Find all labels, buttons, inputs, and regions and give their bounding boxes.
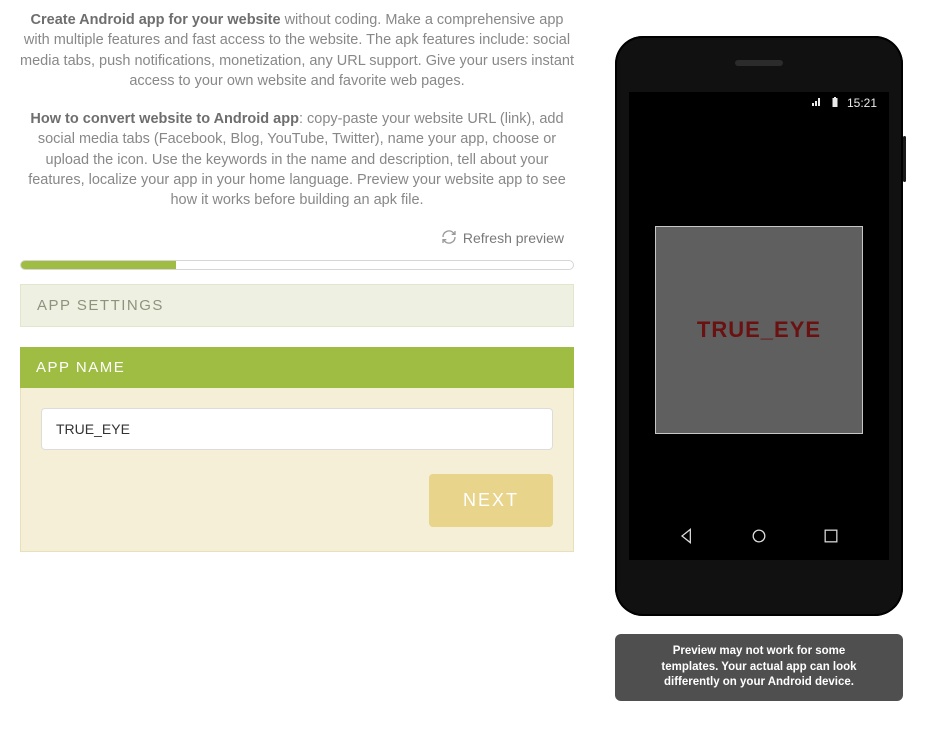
next-button[interactable]: NEXT bbox=[429, 474, 553, 527]
panel-app-name-header[interactable]: APP NAME bbox=[20, 347, 574, 388]
panel-app-settings-label: APP SETTINGS bbox=[37, 297, 164, 314]
notice-line-1: Preview may not work for some bbox=[673, 645, 846, 657]
phone-frame: 15:21 TRUE_EYE bbox=[615, 36, 903, 616]
status-bar: 15:21 bbox=[629, 92, 889, 114]
app-preview-area: TRUE_EYE bbox=[629, 114, 889, 516]
home-icon[interactable] bbox=[749, 526, 769, 551]
app-splash-tile: TRUE_EYE bbox=[655, 226, 863, 434]
app-splash-text: TRUE_EYE bbox=[697, 317, 821, 343]
intro-paragraph-2: How to convert website to Android app: c… bbox=[20, 109, 574, 210]
progress-fill bbox=[21, 261, 176, 269]
app-name-input[interactable] bbox=[41, 408, 553, 450]
panel-app-name: APP NAME NEXT bbox=[20, 347, 574, 552]
panel-app-name-label: APP NAME bbox=[36, 359, 125, 376]
refresh-label: Refresh preview bbox=[463, 230, 564, 246]
battery-icon bbox=[829, 96, 841, 111]
refresh-icon bbox=[441, 229, 457, 248]
intro-paragraph-1: Create Android app for your website with… bbox=[20, 10, 574, 91]
panel-app-settings[interactable]: APP SETTINGS bbox=[20, 284, 574, 327]
recent-icon[interactable] bbox=[821, 526, 841, 551]
notice-line-2: templates. Your actual app can look bbox=[661, 661, 856, 673]
preview-notice: Preview may not work for some templates.… bbox=[615, 634, 903, 701]
refresh-preview-link[interactable]: Refresh preview bbox=[441, 229, 564, 248]
back-icon[interactable] bbox=[677, 526, 697, 551]
signal-icon bbox=[811, 96, 823, 111]
notice-line-3: differently on your Android device. bbox=[664, 676, 854, 688]
panel-app-name-body: NEXT bbox=[20, 388, 574, 552]
intro-bold-1: Create Android app for your website bbox=[31, 12, 281, 28]
status-time: 15:21 bbox=[847, 96, 877, 110]
softkeys-bar bbox=[629, 516, 889, 560]
progress-bar bbox=[20, 260, 574, 270]
phone-side-button bbox=[903, 136, 906, 182]
phone-screen: 15:21 TRUE_EYE bbox=[629, 92, 889, 560]
intro-bold-2: How to convert website to Android app bbox=[30, 111, 299, 127]
